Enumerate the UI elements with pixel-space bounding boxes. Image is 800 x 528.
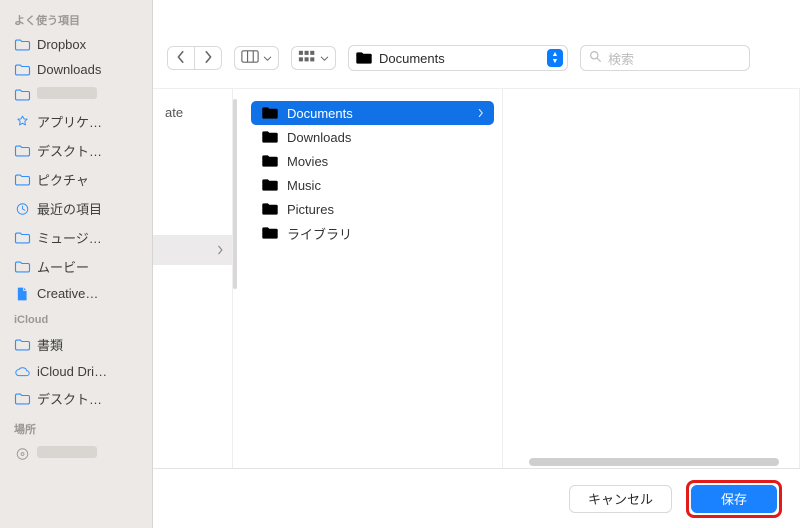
chevron-down-icon — [320, 51, 329, 66]
sidebar-item-label: iCloud Dri… — [37, 364, 107, 379]
folder-label: Pictures — [287, 202, 334, 217]
folder-row[interactable]: ライブラリ — [251, 221, 494, 245]
folder-row[interactable]: Downloads — [251, 125, 494, 149]
chevron-right-icon — [216, 243, 224, 258]
folder-icon — [14, 88, 31, 102]
sidebar-item-label: ムービー — [37, 257, 89, 276]
sidebar-item-label: 書類 — [37, 335, 63, 354]
sidebar-item[interactable]: Creative… — [8, 281, 148, 306]
sidebar-item-label: アプリケ… — [37, 112, 102, 131]
toolbar: Documents ▲▼ 検索 — [153, 38, 800, 78]
folder-icon — [14, 338, 31, 352]
folder-row[interactable]: Pictures — [251, 197, 494, 221]
disk-icon — [14, 447, 31, 461]
folder-label: Documents — [287, 106, 353, 121]
nav-back-button[interactable] — [167, 46, 194, 70]
folder-label: Movies — [287, 154, 328, 169]
folder-icon — [261, 130, 279, 144]
sidebar-item-label: デスクト… — [37, 141, 102, 160]
folder-icon — [261, 154, 279, 168]
sidebar-item-label: デスクト… — [37, 389, 102, 408]
folder-label: ライブラリ — [287, 224, 352, 243]
sidebar-item-label: Creative… — [37, 286, 98, 301]
folder-icon — [14, 173, 31, 187]
horizontal-scrollbar[interactable] — [525, 456, 800, 468]
columns-icon — [241, 50, 259, 66]
location-label: Documents — [379, 51, 541, 66]
sidebar-item-label: 最近の項目 — [37, 199, 102, 218]
sidebar-item-label — [37, 446, 97, 461]
sidebar-item[interactable]: Downloads — [8, 57, 148, 82]
chevron-right-icon — [201, 50, 215, 67]
folder-icon — [261, 226, 279, 240]
folder-icon — [14, 38, 31, 52]
sidebar-item[interactable] — [8, 82, 148, 107]
sidebar-item[interactable]: ミュージ… — [8, 223, 148, 252]
folder-row[interactable]: Music — [251, 173, 494, 197]
folder-icon — [14, 260, 31, 274]
folder-row[interactable]: Documents — [251, 101, 494, 125]
sidebar-item[interactable] — [8, 441, 148, 466]
folder-label: Downloads — [287, 130, 351, 145]
sidebar-item-label: Dropbox — [37, 37, 86, 52]
sidebar-section-icloud: iCloud — [14, 314, 148, 326]
main-panel: Documents ▲▼ 検索 ate DocumentsDownloadsMo — [153, 0, 800, 528]
sidebar-section-locations: 場所 — [14, 421, 148, 437]
folder-icon — [355, 51, 373, 65]
chevron-down-icon — [263, 51, 272, 66]
sidebar-item[interactable]: ピクチャ — [8, 165, 148, 194]
column1-partial-item[interactable]: ate — [153, 101, 232, 125]
sidebar-item[interactable]: 書類 — [8, 330, 148, 359]
save-button[interactable]: 保存 — [691, 485, 777, 513]
sidebar-item-label — [37, 87, 97, 102]
sidebar-section-favorites: よく使う項目 — [14, 12, 148, 28]
dialog-footer: キャンセル 保存 — [153, 468, 800, 528]
browser-column-3[interactable] — [503, 89, 800, 468]
sidebar-item[interactable]: Dropbox — [8, 32, 148, 57]
folder-icon — [261, 202, 279, 216]
folder-icon — [14, 144, 31, 158]
folder-icon — [14, 231, 31, 245]
view-columns-button[interactable] — [234, 46, 279, 70]
updown-arrows-icon: ▲▼ — [547, 49, 563, 67]
save-panel-root: よく使う項目 Dropbox Downloads アプリケ… デスクト… ピクチャ最近の… — [0, 0, 800, 528]
cancel-button[interactable]: キャンセル — [569, 485, 672, 513]
folder-icon — [14, 63, 31, 77]
sidebar-item[interactable]: デスクト… — [8, 136, 148, 165]
chevron-right-icon — [477, 106, 484, 121]
location-popup[interactable]: Documents ▲▼ — [348, 45, 568, 71]
folder-row[interactable]: Movies — [251, 149, 494, 173]
horizontal-scroll-thumb[interactable] — [529, 458, 779, 466]
chevron-left-icon — [174, 50, 188, 67]
document-icon — [14, 287, 31, 301]
column1-selected-row[interactable] — [153, 235, 232, 265]
sidebar-item-label: ピクチャ — [37, 170, 89, 189]
sidebar-item[interactable]: デスクト… — [8, 384, 148, 413]
group-by-button[interactable] — [291, 46, 336, 70]
clock-icon — [14, 202, 31, 216]
sidebar-item[interactable]: アプリケ… — [8, 107, 148, 136]
folder-icon — [14, 392, 31, 406]
column-browser: ate Documents Downloads Movies Music Picture… — [153, 88, 800, 468]
folder-label: Music — [287, 178, 321, 193]
sidebar: よく使う項目 Dropbox Downloads アプリケ… デスクト… ピクチャ最近の… — [0, 0, 153, 528]
browser-column-2[interactable]: Documents Downloads Movies Music Pictures ライブ… — [233, 89, 503, 468]
sidebar-item-label: ミュージ… — [37, 228, 102, 247]
grid-icon — [298, 50, 316, 66]
folder-icon — [261, 106, 279, 120]
nav-forward-button[interactable] — [194, 46, 222, 70]
search-icon — [589, 50, 602, 66]
sidebar-item[interactable]: ムービー — [8, 252, 148, 281]
folder-icon — [261, 178, 279, 192]
app-icon — [14, 115, 31, 129]
browser-column-1[interactable]: ate — [153, 89, 233, 468]
search-placeholder: 検索 — [608, 49, 634, 68]
sidebar-item[interactable]: 最近の項目 — [8, 194, 148, 223]
sidebar-item-label: Downloads — [37, 62, 101, 77]
sidebar-item[interactable]: iCloud Dri… — [8, 359, 148, 384]
search-field[interactable]: 検索 — [580, 45, 750, 71]
save-button-highlight: 保存 — [686, 480, 782, 518]
column2-scroll-thumb[interactable] — [233, 99, 237, 289]
cloud-icon — [14, 365, 31, 379]
